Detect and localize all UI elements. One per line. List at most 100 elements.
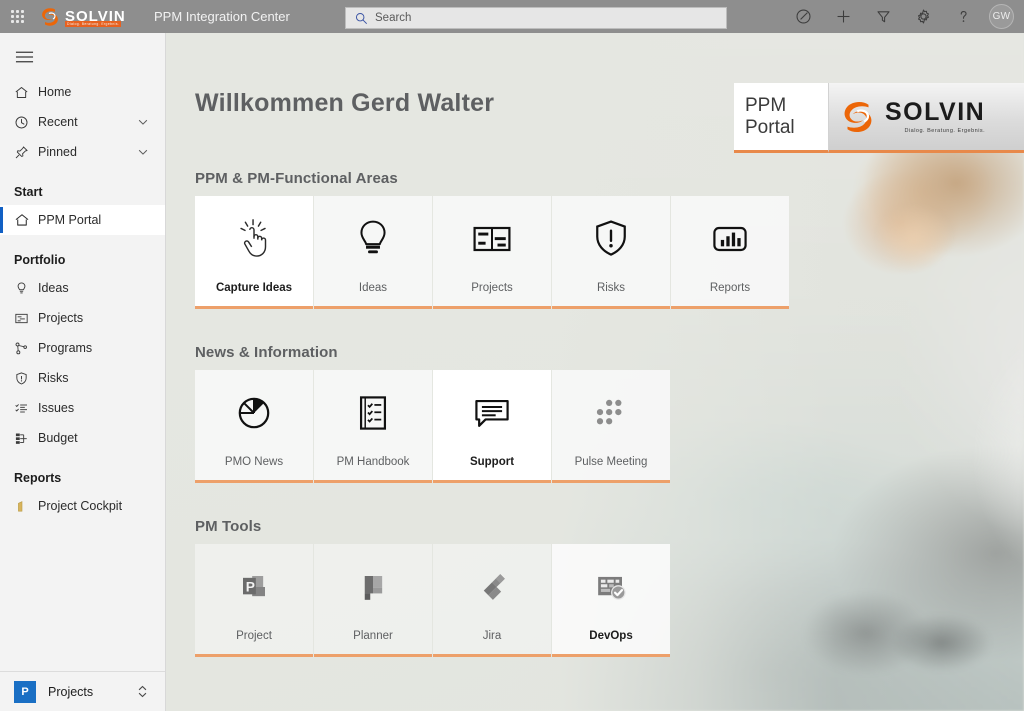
sidebar-group-title-start: Start: [14, 185, 43, 199]
hamburger-menu-icon[interactable]: [0, 37, 48, 77]
question-mark-icon[interactable]: [943, 0, 983, 33]
sidebar-item-label: Budget: [38, 431, 78, 445]
solvin-wordmark: SOLVIN: [885, 97, 986, 126]
solvin-brand-logo[interactable]: SOLVIN Dialog. Beratung. Ergebnis.: [38, 0, 138, 33]
context-badge: P: [14, 680, 36, 703]
app-launcher-button[interactable]: [0, 0, 34, 33]
tile-label: Projects: [471, 282, 513, 294]
portal-branding-block: PPM Portal SOLVIN Dialog. Beratung. Erge…: [734, 83, 1024, 153]
tile-planner[interactable]: Planner: [314, 544, 432, 657]
pie-chart-icon: [195, 370, 313, 456]
tile-pm-handbook[interactable]: PM Handbook: [314, 370, 432, 483]
left-sidebar: Home Recent Pinned Start PPM Portal Port…: [0, 33, 166, 711]
section-title: News & Information: [195, 344, 338, 361]
chevron-updown-icon[interactable]: [136, 684, 149, 704]
ppm-portal-line2: Portal: [745, 116, 795, 138]
chevron-down-icon[interactable]: [137, 146, 149, 161]
page-title: Willkommen Gerd Walter: [195, 89, 495, 117]
gear-icon[interactable]: [903, 0, 943, 33]
sidebar-item-label: PPM Portal: [38, 213, 102, 227]
speech-bubble-icon: [433, 370, 551, 456]
context-label: Projects: [48, 684, 94, 699]
ms-project-icon: P: [195, 544, 313, 630]
checklist-icon: [14, 401, 36, 416]
tile-label: Pulse Meeting: [574, 456, 648, 468]
shield-alert-icon: [14, 371, 36, 386]
powerbi-chart-icon: [671, 196, 789, 282]
tile-support[interactable]: Support: [433, 370, 551, 483]
tile-label: Planner: [353, 630, 393, 642]
tile-label: Jira: [482, 630, 502, 642]
report-bar-icon: [14, 499, 36, 514]
tile-label: PM Handbook: [336, 456, 410, 468]
user-avatar[interactable]: GW: [989, 4, 1014, 29]
sidebar-group-title-reports: Reports: [14, 471, 62, 485]
tile-label: PMO News: [224, 456, 284, 468]
sidebar-item-project-cockpit[interactable]: Project Cockpit: [0, 491, 165, 521]
tile-pulse-meeting[interactable]: Pulse Meeting: [552, 370, 670, 483]
section-news-information: News & Information PMO News PM Handbook …: [195, 344, 670, 483]
sidebar-item-label: Ideas: [38, 281, 69, 295]
projects-grid-icon: [14, 311, 36, 326]
sidebar-item-label: Recent: [38, 115, 78, 129]
tile-risks[interactable]: Risks: [552, 196, 670, 309]
tile-projects[interactable]: Projects: [433, 196, 551, 309]
tile-ms-project[interactable]: P Project: [195, 544, 313, 657]
gantt-board-icon: [433, 196, 551, 282]
sidebar-item-label: Issues: [38, 401, 75, 415]
ms-planner-icon: [314, 544, 432, 630]
solvin-tagline: Dialog. Beratung. Ergebnis.: [65, 21, 122, 27]
sidebar-item-issues[interactable]: Issues: [0, 393, 165, 423]
sidebar-item-label: Programs: [38, 341, 93, 355]
solvin-swirl-icon: [837, 96, 879, 138]
tile-devops[interactable]: DevOps: [552, 544, 670, 657]
sidebar-context-switcher[interactable]: P Projects: [0, 671, 165, 711]
tile-pmo-news[interactable]: PMO News: [195, 370, 313, 483]
ppm-portal-line1: PPM: [745, 95, 787, 117]
checklist-doc-icon: [314, 370, 432, 456]
sidebar-item-label: Projects: [38, 311, 84, 325]
sidebar-item-label: Home: [38, 85, 72, 99]
budget-icon: [14, 431, 36, 446]
waffle-grid-icon: [10, 10, 24, 23]
section-title: PM Tools: [195, 518, 262, 535]
tile-label: Ideas: [358, 282, 388, 294]
tile-label: Support: [469, 456, 515, 468]
sidebar-item-label: Pinned: [38, 145, 77, 159]
sidebar-item-ppm-portal[interactable]: PPM Portal: [0, 205, 165, 235]
sidebar-group-title-portfolio: Portfolio: [14, 253, 66, 267]
programs-network-icon: [14, 341, 36, 356]
tile-capture-ideas[interactable]: Capture Ideas: [195, 196, 313, 309]
dot-grid-icon: [552, 370, 670, 456]
shield-alert-icon: [552, 196, 670, 282]
edit-pencil-circle-icon[interactable]: [783, 0, 823, 33]
chevron-down-icon[interactable]: [137, 116, 149, 131]
sidebar-item-programs[interactable]: Programs: [0, 333, 165, 363]
sidebar-item-label: Risks: [38, 371, 69, 385]
search-input[interactable]: Search: [345, 7, 727, 29]
plus-icon[interactable]: [823, 0, 863, 33]
sidebar-item-home[interactable]: Home: [0, 77, 165, 107]
filter-icon[interactable]: [863, 0, 903, 33]
tile-ideas[interactable]: Ideas: [314, 196, 432, 309]
sidebar-item-risks[interactable]: Risks: [0, 363, 165, 393]
sidebar-item-pinned[interactable]: Pinned: [0, 137, 165, 167]
ppm-portal-badge: PPM Portal: [734, 83, 828, 153]
section-ppm-functional-areas: PPM & PM-Functional Areas Capture Ideas …: [195, 170, 789, 309]
click-hand-icon: [195, 196, 313, 282]
tile-jira[interactable]: Jira: [433, 544, 551, 657]
azure-devops-icon: [552, 544, 670, 630]
search-placeholder: Search: [375, 12, 412, 24]
tile-row: PMO News PM Handbook Support Pulse Meeti…: [195, 370, 670, 483]
tile-label: Project: [236, 630, 272, 642]
tile-row: Capture Ideas Ideas Projects Risks Repor…: [195, 196, 789, 309]
search-icon: [355, 12, 368, 25]
sidebar-item-projects[interactable]: Projects: [0, 303, 165, 333]
sidebar-item-ideas[interactable]: Ideas: [0, 273, 165, 303]
sidebar-item-recent[interactable]: Recent: [0, 107, 165, 137]
tile-label: Reports: [709, 282, 751, 294]
section-title: PPM & PM-Functional Areas: [195, 170, 398, 187]
tile-label: DevOps: [589, 630, 633, 642]
sidebar-item-budget[interactable]: Budget: [0, 423, 165, 453]
tile-reports[interactable]: Reports: [671, 196, 789, 309]
